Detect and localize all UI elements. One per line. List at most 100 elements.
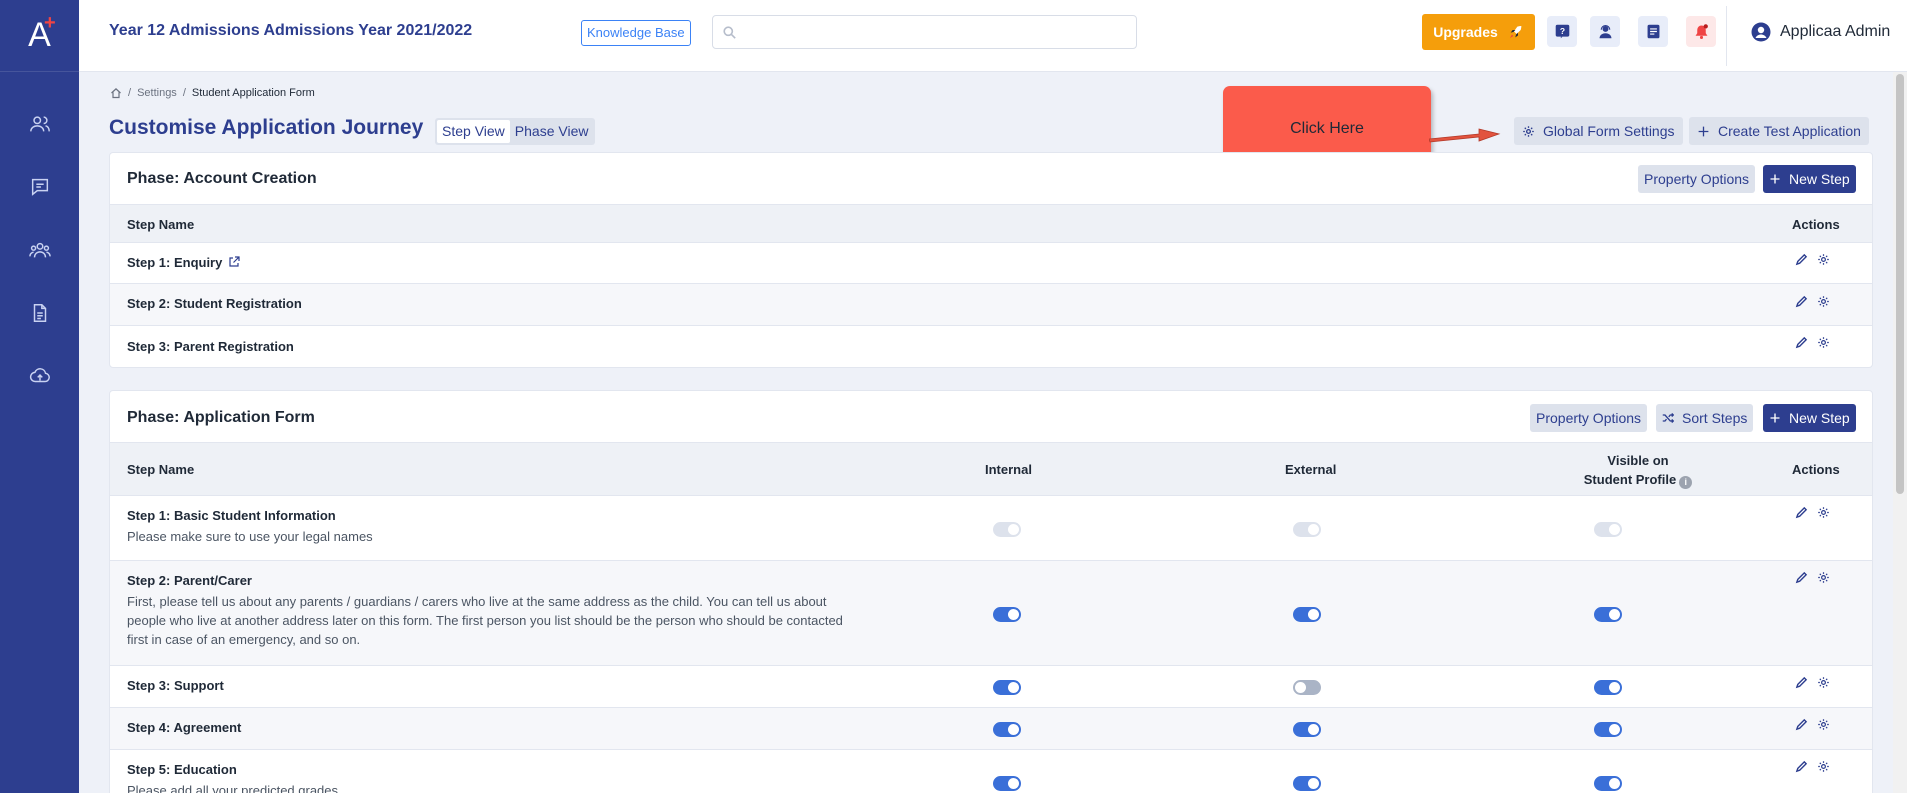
card-header: Phase: Application Form Property Options… — [110, 391, 1872, 443]
col-visible-line2: Student Profile i — [1553, 472, 1723, 489]
breadcrumb-settings[interactable]: Settings — [137, 87, 177, 99]
support-button[interactable] — [1590, 16, 1620, 47]
col-step-name: Step Name — [127, 217, 195, 232]
cloud-upload-icon — [29, 367, 50, 382]
help-button[interactable]: ? — [1547, 16, 1577, 47]
rocket-icon — [1509, 26, 1522, 38]
new-step-button[interactable]: New Step — [1763, 404, 1856, 432]
search-icon — [723, 26, 736, 39]
card-header: Phase: Account Creation Property Options… — [110, 153, 1872, 205]
new-step-button[interactable]: New Step — [1763, 165, 1856, 193]
edit-icon[interactable] — [1795, 253, 1808, 266]
table-row[interactable]: Step 4: Agreement — [110, 708, 1872, 750]
property-options-button[interactable]: Property Options — [1638, 165, 1756, 193]
notes-icon — [1647, 24, 1659, 39]
col-actions: Actions — [1792, 217, 1840, 232]
external-toggle[interactable] — [1293, 722, 1321, 737]
search-input[interactable] — [712, 15, 1137, 49]
step-name[interactable]: Step 4: Agreement — [127, 720, 241, 735]
upgrades-button[interactable]: Upgrades — [1422, 14, 1535, 50]
create-test-application-button[interactable]: Create Test Application — [1689, 117, 1869, 145]
edit-icon[interactable] — [1795, 571, 1808, 584]
table-row[interactable]: Step 2: Parent/Carer First, please tell … — [110, 561, 1872, 666]
info-icon[interactable]: i — [1679, 476, 1693, 489]
global-form-settings-button[interactable]: Global Form Settings — [1514, 117, 1683, 145]
app-logo[interactable]: A + — [0, 0, 79, 72]
external-toggle[interactable] — [1293, 776, 1321, 791]
knowledge-base-button[interactable]: Knowledge Base — [581, 20, 691, 46]
sidebar-item-upload[interactable] — [0, 344, 79, 407]
internal-toggle[interactable] — [993, 776, 1021, 791]
external-toggle[interactable] — [1293, 680, 1321, 695]
external-toggle[interactable] — [1293, 607, 1321, 622]
step-name[interactable]: Step 5: Education — [127, 762, 237, 777]
external-link-icon[interactable] — [228, 256, 240, 268]
edit-icon[interactable] — [1795, 760, 1808, 773]
breadcrumb: / Settings / Student Application Form — [110, 87, 315, 99]
edit-icon[interactable] — [1795, 506, 1808, 519]
gear-icon[interactable] — [1817, 253, 1830, 266]
notifications-button[interactable] — [1686, 16, 1716, 47]
sidebar-item-documents[interactable] — [0, 281, 79, 344]
phase-account-creation-card: Phase: Account Creation Property Options… — [109, 152, 1873, 368]
step-description: Please add all your predicted grades — [127, 783, 339, 793]
page-scrollbar[interactable] — [1893, 72, 1907, 793]
property-options-button[interactable]: Property Options — [1530, 404, 1648, 432]
table-row[interactable]: Step 3: Support — [110, 666, 1872, 708]
internal-toggle[interactable] — [993, 607, 1021, 622]
step-name[interactable]: Step 3: Support — [127, 678, 224, 693]
user-menu[interactable]: Applicaa Admin — [1751, 22, 1890, 42]
col-visible-line1: Visible on — [1607, 453, 1669, 468]
view-toggle: Step View Phase View — [435, 118, 596, 145]
col-step-name: Step Name — [127, 462, 195, 477]
edit-icon[interactable] — [1795, 295, 1808, 308]
step-name[interactable]: Step 1: Enquiry — [127, 255, 240, 270]
sort-steps-button[interactable]: Sort Steps — [1656, 404, 1754, 432]
col-external: External — [1285, 462, 1337, 477]
gear-icon[interactable] — [1817, 760, 1830, 773]
table-row[interactable]: Step 2: Student Registration — [110, 284, 1872, 326]
sidebar-item-messages[interactable] — [0, 155, 79, 218]
edit-icon[interactable] — [1795, 718, 1808, 731]
gear-icon[interactable] — [1817, 295, 1830, 308]
gear-icon[interactable] — [1817, 506, 1830, 519]
plus-icon — [1698, 126, 1709, 136]
internal-toggle[interactable] — [993, 680, 1021, 695]
phase-title: Phase: Account Creation — [127, 170, 317, 187]
table-row[interactable]: Step 3: Parent Registration — [110, 326, 1872, 367]
internal-toggle[interactable] — [993, 722, 1021, 737]
step-name[interactable]: Step 3: Parent Registration — [127, 339, 294, 354]
phase-application-form-card: Phase: Application Form Property Options… — [109, 390, 1873, 793]
sidebar-item-users[interactable] — [0, 92, 79, 155]
step-name[interactable]: Step 2: Parent/Carer — [127, 573, 252, 588]
bell-icon — [1695, 24, 1708, 39]
visible-profile-toggle[interactable] — [1594, 722, 1622, 737]
logo-plus-icon: + — [44, 12, 56, 34]
gear-icon[interactable] — [1817, 336, 1830, 349]
callout-arrow-icon — [1429, 128, 1501, 143]
edit-icon[interactable] — [1795, 676, 1808, 689]
sidebar-item-groups[interactable] — [0, 218, 79, 281]
new-step-label: New Step — [1789, 171, 1850, 187]
tab-phase-view[interactable]: Phase View — [510, 120, 594, 143]
home-icon[interactable] — [110, 87, 122, 99]
visible-profile-toggle[interactable] — [1594, 680, 1622, 695]
gear-icon[interactable] — [1817, 676, 1830, 689]
step-name[interactable]: Step 1: Basic Student Information — [127, 508, 336, 523]
step-name[interactable]: Step 2: Student Registration — [127, 296, 302, 311]
scrollbar-thumb[interactable] — [1896, 74, 1904, 494]
edit-icon[interactable] — [1795, 336, 1808, 349]
topbar: Year 12 Admissions Admissions Year 2021/… — [79, 0, 1907, 72]
visible-profile-toggle[interactable] — [1594, 607, 1622, 622]
notes-button[interactable] — [1638, 16, 1668, 47]
users-icon — [29, 115, 50, 131]
gear-icon[interactable] — [1817, 718, 1830, 731]
gear-icon[interactable] — [1817, 571, 1830, 584]
table-row[interactable]: Step 1: Enquiry — [110, 243, 1872, 284]
external-toggle — [1293, 522, 1321, 537]
table-row[interactable]: Step 1: Basic Student Information Please… — [110, 496, 1872, 561]
tab-step-view[interactable]: Step View — [437, 120, 510, 143]
table-header: Step Name Internal External Visible on S… — [110, 443, 1872, 496]
visible-profile-toggle[interactable] — [1594, 776, 1622, 791]
table-row[interactable]: Step 5: Education Please add all your pr… — [110, 750, 1872, 793]
